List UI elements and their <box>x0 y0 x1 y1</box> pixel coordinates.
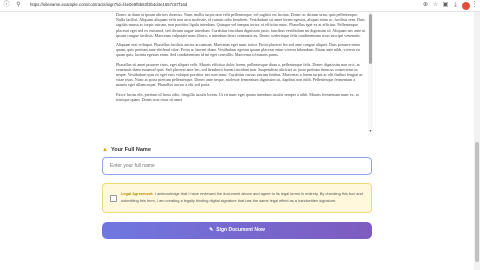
full-name-label-text: Your Full Name <box>110 147 151 153</box>
full-name-input[interactable] <box>102 157 372 175</box>
full-name-label: ▲ Your Full Name <box>102 147 151 153</box>
legal-agreement-box: Legal Agreement: I acknowledge that I ha… <box>102 183 372 213</box>
legal-agreement-title: Legal Agreement: <box>121 191 154 196</box>
scroll-down-arrow-icon[interactable]: ▾ <box>368 128 373 133</box>
legal-agreement-text: Legal Agreement: I acknowledge that I ha… <box>121 191 366 204</box>
document-paragraph: Fusce luctus elit, pretium id lacus odio… <box>116 91 359 102</box>
page-scrollbar[interactable] <box>474 12 480 270</box>
site-settings-icon[interactable]: ⚲ <box>15 2 22 9</box>
document-paragraph: Aliquam erat volutpat. Phasellus facilis… <box>116 42 360 58</box>
document-paragraph: Donec at diam at ipsum ultrices rhoncus.… <box>116 12 366 38</box>
menu-icon[interactable]: ⋮ <box>471 2 478 9</box>
profile-avatar[interactable] <box>462 2 470 10</box>
download-icon[interactable]: ⤓ <box>452 2 459 9</box>
document-viewer[interactable]: Donec at diam at ipsum ultrices rhoncus.… <box>104 12 374 136</box>
document-scroll-thumb[interactable] <box>369 14 372 64</box>
document-scrollbar[interactable]: ▾ <box>368 12 373 136</box>
legal-agreement-body: I acknowledge that I have reviewed the d… <box>121 191 363 203</box>
browser-address-bar: ⓘ ⚲ https://sitename.example.com/contrac… <box>0 0 480 12</box>
bookmark-star-icon[interactable]: ☆ <box>432 2 439 9</box>
extensions-icon[interactable]: ▣ <box>442 2 449 9</box>
info-icon[interactable]: ⓘ <box>3 2 10 9</box>
page-scroll-thumb[interactable] <box>475 142 479 262</box>
sign-document-button[interactable]: ✎ Sign Document Now <box>102 222 372 239</box>
warning-icon: ▲ <box>102 147 108 153</box>
legal-agreement-checkbox[interactable] <box>110 195 117 202</box>
zoom-icon[interactable]: ⊕ <box>422 2 429 9</box>
document-content: Donec at diam at ipsum ultrices rhoncus.… <box>116 12 366 106</box>
sign-document-label: Sign Document Now <box>216 227 265 233</box>
pen-icon: ✎ <box>209 227 214 233</box>
url-text[interactable]: https://sitename.example.com/contracts/s… <box>30 2 187 7</box>
document-paragraph: Phasellus sit amet posuere risus, eget a… <box>116 61 363 88</box>
